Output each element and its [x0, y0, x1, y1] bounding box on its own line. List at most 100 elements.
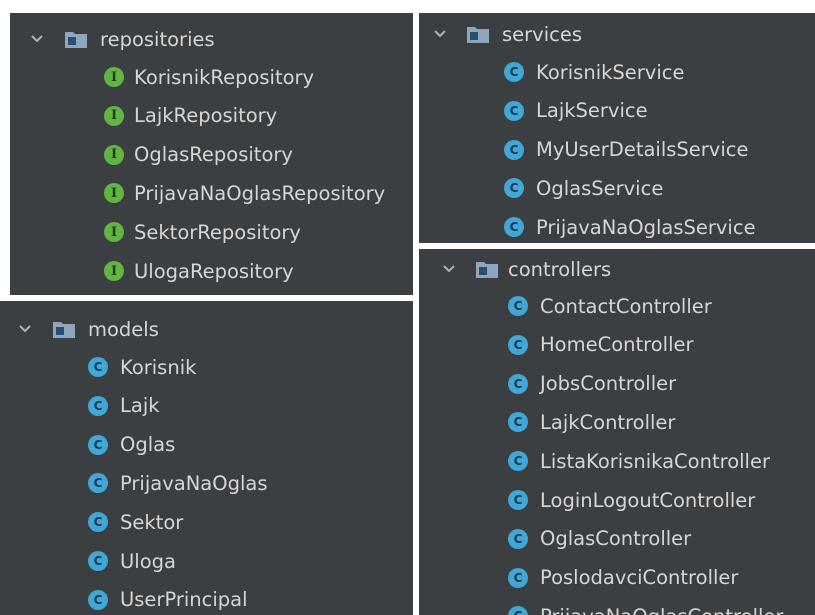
tree-item[interactable]: C OglasService: [419, 169, 815, 207]
tree-item[interactable]: C OglasController: [419, 520, 815, 558]
tree-item-label: PrijavaNaOglasController: [540, 605, 783, 615]
tree-item-label: OglasRepository: [134, 143, 293, 167]
class-icon: C: [508, 296, 528, 316]
class-icon: C: [88, 589, 108, 610]
tree-item[interactable]: C MyUserDetailsService: [419, 131, 815, 169]
tree-item[interactable]: C ListaKorisnikaController: [419, 442, 815, 480]
tree-item-label: OglasController: [540, 527, 692, 551]
tree-item-label: Uloga: [120, 549, 176, 573]
tree-item[interactable]: I PrijavaNaOglasRepository: [10, 174, 413, 212]
tree-item-label: Korisnik: [120, 355, 197, 379]
interface-icon: I: [104, 222, 124, 243]
tree-item-label: PrijavaNaOglasRepository: [134, 181, 386, 205]
chevron-down-icon[interactable]: [14, 318, 36, 340]
class-icon: C: [508, 528, 528, 549]
tree-item[interactable]: C LoginLogoutController: [419, 481, 815, 519]
folder-row-services[interactable]: services: [419, 15, 815, 53]
folder-label: models: [88, 317, 159, 341]
tree-item[interactable]: C PoslodavciController: [419, 559, 815, 597]
class-icon: C: [88, 395, 108, 416]
folder-label: repositories: [100, 27, 215, 51]
interface-icon: I: [104, 183, 124, 204]
tree-item[interactable]: I OglasRepository: [10, 136, 413, 174]
interface-icon: I: [104, 261, 124, 281]
tree-item[interactable]: C Uloga: [0, 542, 413, 580]
tree-item[interactable]: C Oglas: [0, 426, 413, 464]
tree-item[interactable]: C UserPrincipal: [0, 581, 413, 615]
controllers-panel: controllers C ContactController C HomeContr…: [419, 249, 815, 615]
tree-item-label: ContactController: [540, 294, 712, 318]
folder-row-controllers[interactable]: controllers: [419, 250, 815, 288]
folder-label: services: [502, 22, 583, 46]
class-icon: C: [504, 100, 524, 121]
repositories-panel: repositories I KorisnikRepository I LajkRep…: [10, 13, 413, 295]
class-icon: C: [504, 178, 524, 199]
tree-item[interactable]: C Lajk: [0, 387, 413, 425]
tree-item[interactable]: C Korisnik: [0, 348, 413, 386]
chevron-down-icon[interactable]: [26, 28, 48, 50]
tree-item[interactable]: C PrijavaNaOglas: [0, 464, 413, 502]
class-icon: C: [508, 412, 528, 433]
tree-item-label: KorisnikService: [536, 60, 685, 84]
tree-item-label: LajkController: [540, 410, 676, 434]
folder-icon: [52, 319, 76, 339]
tree-item[interactable]: C ContactController: [419, 287, 815, 325]
folder-row-repositories[interactable]: repositories: [10, 20, 413, 58]
class-icon: C: [88, 473, 108, 494]
tree-item-label: Oglas: [120, 433, 176, 457]
tree-item[interactable]: C PrijavaNaOglasController: [419, 597, 815, 615]
folder-icon: [475, 259, 499, 279]
tree-item-label: PrijavaNaOglasService: [536, 215, 756, 239]
tree-item-label: PoslodavciController: [540, 566, 739, 590]
class-icon: C: [88, 434, 108, 455]
class-icon: C: [504, 62, 524, 82]
folder-label: controllers: [508, 257, 612, 281]
models-panel: models C Korisnik C Lajk C Oglas C PrijavaNaOgl…: [0, 301, 413, 615]
tree-item-label: LajkRepository: [134, 104, 278, 128]
class-icon: C: [88, 512, 108, 533]
tree-item[interactable]: I UlogaRepository: [10, 252, 413, 290]
interface-icon: I: [104, 67, 124, 87]
tree-item-label: JobsController: [540, 372, 677, 396]
chevron-down-icon[interactable]: [429, 23, 451, 45]
class-icon: C: [508, 373, 528, 394]
tree-item-label: MyUserDetailsService: [536, 138, 749, 162]
tree-item-label: UlogaRepository: [134, 259, 294, 283]
folder-icon: [64, 29, 88, 49]
tree-item[interactable]: I LajkRepository: [10, 97, 413, 135]
class-icon: C: [504, 139, 524, 160]
tree-item-label: OglasService: [536, 176, 664, 200]
tree-item-label: UserPrincipal: [120, 588, 248, 612]
tree-item[interactable]: I KorisnikRepository: [10, 58, 413, 96]
tree-item[interactable]: C LajkService: [419, 92, 815, 130]
tree-item-label: Lajk: [120, 394, 160, 418]
tree-item-label: LajkService: [536, 99, 648, 123]
class-icon: C: [504, 217, 524, 238]
tree-item[interactable]: C PrijavaNaOglasService: [419, 208, 815, 243]
class-icon: C: [508, 451, 528, 472]
tree-item-label: Sektor: [120, 510, 184, 534]
services-panel: services C KorisnikService C LajkService C My…: [419, 13, 815, 243]
tree-item-label: KorisnikRepository: [134, 65, 315, 89]
tree-item-label: SektorRepository: [134, 220, 301, 244]
tree-item[interactable]: C Sektor: [0, 503, 413, 541]
chevron-down-icon[interactable]: [438, 258, 460, 280]
tree-item[interactable]: C HomeController: [419, 326, 815, 364]
tree-item-label: PrijavaNaOglas: [120, 471, 268, 495]
tree-item-label: ListaKorisnikaController: [540, 449, 770, 473]
tree-item-label: LoginLogoutController: [540, 488, 756, 512]
class-icon: C: [88, 357, 108, 377]
class-icon: C: [508, 567, 528, 588]
tree-item[interactable]: C JobsController: [419, 365, 815, 403]
folder-row-models[interactable]: models: [0, 310, 413, 348]
interface-icon: I: [104, 144, 124, 165]
class-icon: C: [88, 551, 108, 571]
tree-item[interactable]: C KorisnikService: [419, 53, 815, 91]
tree-item-label: HomeController: [540, 333, 694, 357]
tree-item[interactable]: C LajkController: [419, 403, 815, 441]
folder-icon: [466, 24, 490, 44]
class-icon: C: [508, 606, 528, 615]
tree-item[interactable]: I SektorRepository: [10, 213, 413, 251]
class-icon: C: [508, 334, 528, 355]
interface-icon: I: [104, 105, 124, 126]
